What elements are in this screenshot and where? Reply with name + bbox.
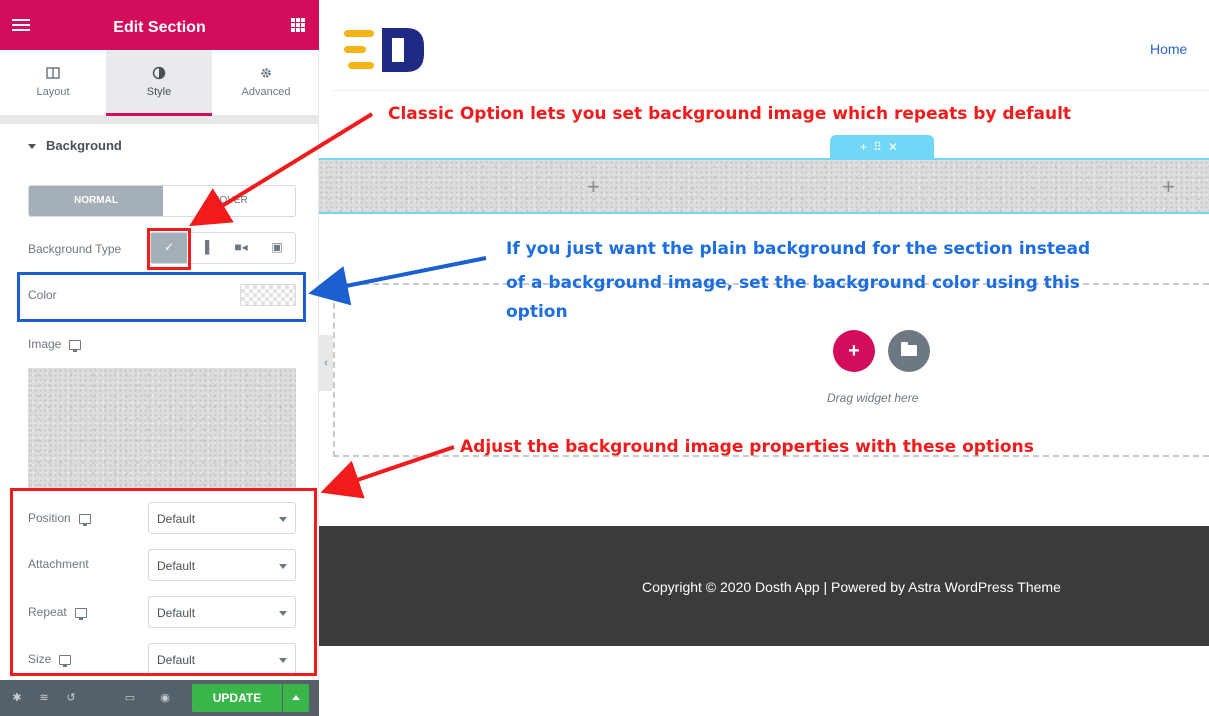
tab-label: Style bbox=[146, 86, 172, 98]
tab-style[interactable]: Style bbox=[106, 50, 212, 116]
annotation-classic-option: Classic Option lets you set background i… bbox=[388, 104, 1072, 124]
layers-icon[interactable]: ≋ bbox=[37, 691, 51, 705]
copyright-text: Copyright © 2020 Dosth App | Powered by … bbox=[642, 579, 1061, 595]
widget-drop-zone[interactable] bbox=[333, 283, 1209, 457]
nav-link-home[interactable]: Home bbox=[1150, 41, 1187, 57]
add-section-icon[interactable]: + bbox=[860, 140, 873, 154]
normal-state-tab[interactable]: NORMAL bbox=[29, 186, 163, 216]
caret-down-icon bbox=[28, 144, 36, 150]
panel-header: Edit Section bbox=[0, 0, 319, 50]
tab-label: Layout bbox=[36, 86, 70, 98]
background-type-label: Background Type bbox=[28, 242, 122, 256]
add-column-plus-icon[interactable]: + bbox=[1162, 174, 1175, 200]
slideshow-icon[interactable]: ▣ bbox=[259, 233, 295, 263]
page-root: Edit Section Layout Style Advanced Backg… bbox=[0, 0, 1209, 716]
columns-icon bbox=[46, 67, 60, 79]
collapse-panel-chevron-icon[interactable]: ‹ bbox=[319, 335, 333, 391]
responsive-icon[interactable]: ▭ bbox=[123, 691, 137, 705]
video-icon[interactable]: ■◂ bbox=[223, 233, 259, 263]
background-image-preview[interactable] bbox=[28, 368, 296, 488]
site-logo bbox=[344, 28, 424, 72]
panel-title: Edit Section bbox=[113, 19, 206, 36]
image-label-row: Image bbox=[28, 337, 82, 352]
section-handle: +⠿✕ bbox=[830, 135, 934, 159]
gradient-icon[interactable]: ▐ bbox=[187, 233, 223, 263]
close-section-icon[interactable]: ✕ bbox=[888, 140, 904, 154]
add-template-folder-button[interactable] bbox=[888, 330, 930, 372]
panel-separator bbox=[0, 116, 319, 124]
state-toggle: NORMAL HOVER bbox=[28, 185, 296, 217]
tab-advanced[interactable]: Advanced bbox=[213, 50, 319, 116]
annotation-color-line-3: option bbox=[506, 302, 568, 322]
widgets-grid-icon[interactable] bbox=[291, 18, 305, 32]
settings-icon[interactable]: ✱ bbox=[10, 691, 24, 705]
preview-eye-icon[interactable]: ◉ bbox=[158, 691, 172, 705]
panel-tabs: Layout Style Advanced bbox=[0, 50, 319, 116]
contrast-circle-icon bbox=[152, 66, 166, 80]
drag-widget-hint: Drag widget here bbox=[827, 391, 919, 405]
highlight-color-row bbox=[17, 272, 306, 322]
annotation-color-line-1: If you just want the plain background fo… bbox=[506, 239, 1091, 259]
highlight-image-properties bbox=[10, 488, 317, 676]
background-section[interactable]: + + bbox=[319, 158, 1209, 214]
image-label: Image bbox=[28, 337, 62, 351]
background-section-toggle[interactable]: Background bbox=[28, 138, 122, 153]
panel-footer: ✱ ≋ ↺ ▭ ◉ UPDATE bbox=[0, 680, 319, 716]
folder-icon bbox=[901, 342, 917, 356]
tab-label: Advanced bbox=[241, 86, 291, 98]
desktop-monitor-icon[interactable] bbox=[69, 339, 82, 352]
add-column-plus-icon[interactable]: + bbox=[587, 174, 600, 200]
header-divider bbox=[333, 90, 1209, 91]
tab-layout[interactable]: Layout bbox=[0, 50, 106, 116]
add-new-section-button[interactable]: + bbox=[833, 330, 875, 372]
hover-state-tab[interactable]: HOVER bbox=[163, 186, 295, 216]
update-button[interactable]: UPDATE bbox=[192, 684, 282, 712]
history-icon[interactable]: ↺ bbox=[64, 691, 78, 705]
annotation-properties: Adjust the background image properties w… bbox=[460, 437, 1034, 457]
gear-icon bbox=[261, 68, 271, 78]
drag-handle-icon[interactable]: ⠿ bbox=[873, 140, 888, 154]
update-options-caret-icon[interactable] bbox=[283, 684, 309, 712]
highlight-classic-option bbox=[147, 228, 191, 270]
section-heading: Background bbox=[46, 138, 122, 153]
annotation-color-line-2: of a background image, set the backgroun… bbox=[506, 273, 1080, 293]
